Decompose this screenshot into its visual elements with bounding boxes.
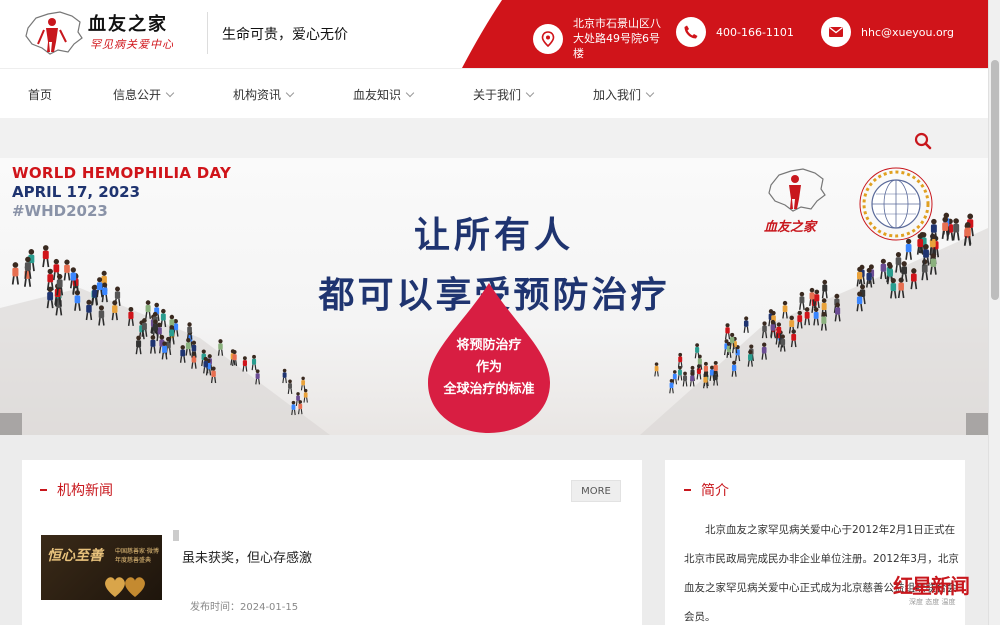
crowd-person xyxy=(677,365,683,381)
drop-text-1: 将预防治疗 xyxy=(456,338,522,353)
header-divider xyxy=(207,12,208,54)
title-dash xyxy=(684,489,691,491)
intro-title-text: 简介 xyxy=(701,483,729,499)
crowd-person xyxy=(672,370,678,385)
chevron-down-icon xyxy=(525,88,535,98)
news-thumbnail[interactable]: 恒心至善 中国慈善家·微博年度慈善盛典 xyxy=(41,535,162,600)
address-text: 北京市石景山区八大处路49号院6号楼 xyxy=(573,17,661,60)
banner-brand-name: 血友之家 xyxy=(764,220,817,235)
page-scrollbar[interactable] xyxy=(988,0,1000,625)
news-item-date: 发布时间：2024-01-15 xyxy=(190,602,299,613)
crowd-person xyxy=(303,388,308,403)
china-map-logo-icon xyxy=(25,11,83,55)
nav-label: 加入我们 xyxy=(593,88,642,102)
chevron-left-icon: ‹ xyxy=(8,434,14,436)
nav-label: 首页 xyxy=(28,88,53,102)
banner-next-arrow[interactable]: › xyxy=(966,413,988,435)
drop-text-2: 作为 xyxy=(475,360,502,375)
crowd-person xyxy=(251,354,257,371)
site-header: 血友之家 罕见病关爱中心 生命可贵，爱心无价 北京市石景山区八大处路49号院6号… xyxy=(0,0,1000,68)
crowd-person xyxy=(724,323,731,340)
scrollbar-thumb[interactable] xyxy=(991,60,999,300)
hero-banner[interactable]: WORLD HEMOPHILIA DAY APRIL 17, 2023 #WHD… xyxy=(0,158,988,435)
crowd-person xyxy=(689,371,695,387)
contact-email[interactable]: hhc@xueyou.org xyxy=(821,17,954,47)
nav-item-about-us[interactable]: 关于我们 xyxy=(473,86,535,103)
location-pin-icon xyxy=(533,23,563,54)
thumb-title: 恒心至善 xyxy=(47,548,103,564)
email-icon xyxy=(821,17,851,47)
crowd-person xyxy=(300,376,306,391)
contact-phone[interactable]: 400-166-1101 xyxy=(676,17,794,47)
intro-card-title: 简介 xyxy=(684,480,729,500)
chevron-down-icon xyxy=(165,88,175,98)
crowd-person xyxy=(217,339,224,356)
crowd-person xyxy=(287,379,293,395)
crowd-person xyxy=(654,362,659,377)
crowd-person xyxy=(677,352,683,368)
nav-item-hemophilia-knowledge[interactable]: 血友知识 xyxy=(353,86,415,103)
logo-subtitle: 罕见病关爱中心 xyxy=(90,38,174,51)
drop-text-3: 全球治疗的标准 xyxy=(443,382,535,397)
crowd-person xyxy=(669,379,674,394)
phone-number: 400-166-1101 xyxy=(716,25,794,39)
search-icon[interactable] xyxy=(914,132,932,150)
crowd-person xyxy=(282,368,287,384)
logo-name: 血友之家 xyxy=(88,14,168,35)
banner-headline-1: 让所有人 xyxy=(413,215,574,256)
banner-brand-logo-icon xyxy=(768,168,826,212)
crowd-person xyxy=(729,332,735,350)
phone-icon xyxy=(676,17,706,47)
nav-item-info-disclosure[interactable]: 信息公开 xyxy=(113,86,175,103)
crowd-person xyxy=(694,343,700,359)
watermark-logo: 红星新闻 深度 态度 温度 xyxy=(893,570,970,607)
chevron-down-icon xyxy=(285,88,295,98)
chevron-down-icon xyxy=(645,88,655,98)
news-more-button[interactable]: MORE xyxy=(571,480,621,502)
crowd-person xyxy=(242,356,248,372)
banner-top-strip xyxy=(0,118,988,158)
nav-label: 关于我们 xyxy=(473,88,522,102)
crowd-person xyxy=(743,316,749,333)
news-item-title[interactable]: 虽未获奖，但心存感激 xyxy=(182,547,312,566)
nav-label: 血友知识 xyxy=(353,88,402,102)
nav-item-home[interactable]: 首页 xyxy=(28,86,52,103)
nav-label: 机构资讯 xyxy=(233,88,282,102)
contact-address: 北京市石景山区八大处路49号院6号楼 xyxy=(533,16,663,61)
email-address: hhc@xueyou.org xyxy=(861,25,954,39)
slogan: 生命可贵，爱心无价 xyxy=(222,27,348,43)
main-nav: 首页 信息公开 机构资讯 血友知识 关于我们 加入我们 xyxy=(0,68,988,118)
chevron-down-icon xyxy=(405,88,415,98)
title-dash xyxy=(40,489,47,491)
chevron-right-icon: › xyxy=(974,434,980,436)
watermark-main: 红星新闻 xyxy=(893,574,970,598)
nav-item-org-news[interactable]: 机构资讯 xyxy=(233,86,295,103)
crowd-person xyxy=(298,400,303,415)
news-mark xyxy=(173,530,179,541)
crowd-person xyxy=(682,371,688,387)
nav-label: 信息公开 xyxy=(113,88,162,102)
event-title: WORLD HEMOPHILIA DAY xyxy=(12,164,232,182)
event-date: APRIL 17, 2023 xyxy=(12,183,141,201)
news-title-text: 机构新闻 xyxy=(57,483,113,499)
news-card-title: 机构新闻 xyxy=(40,480,113,500)
golden-hearts-icon xyxy=(105,577,145,597)
thumb-subtitle: 中国慈善家·微博年度慈善盛典 xyxy=(115,548,159,564)
banner-prev-arrow[interactable]: ‹ xyxy=(0,413,22,435)
whd-globe-icon xyxy=(859,167,933,241)
nav-item-join-us[interactable]: 加入我们 xyxy=(593,86,655,103)
